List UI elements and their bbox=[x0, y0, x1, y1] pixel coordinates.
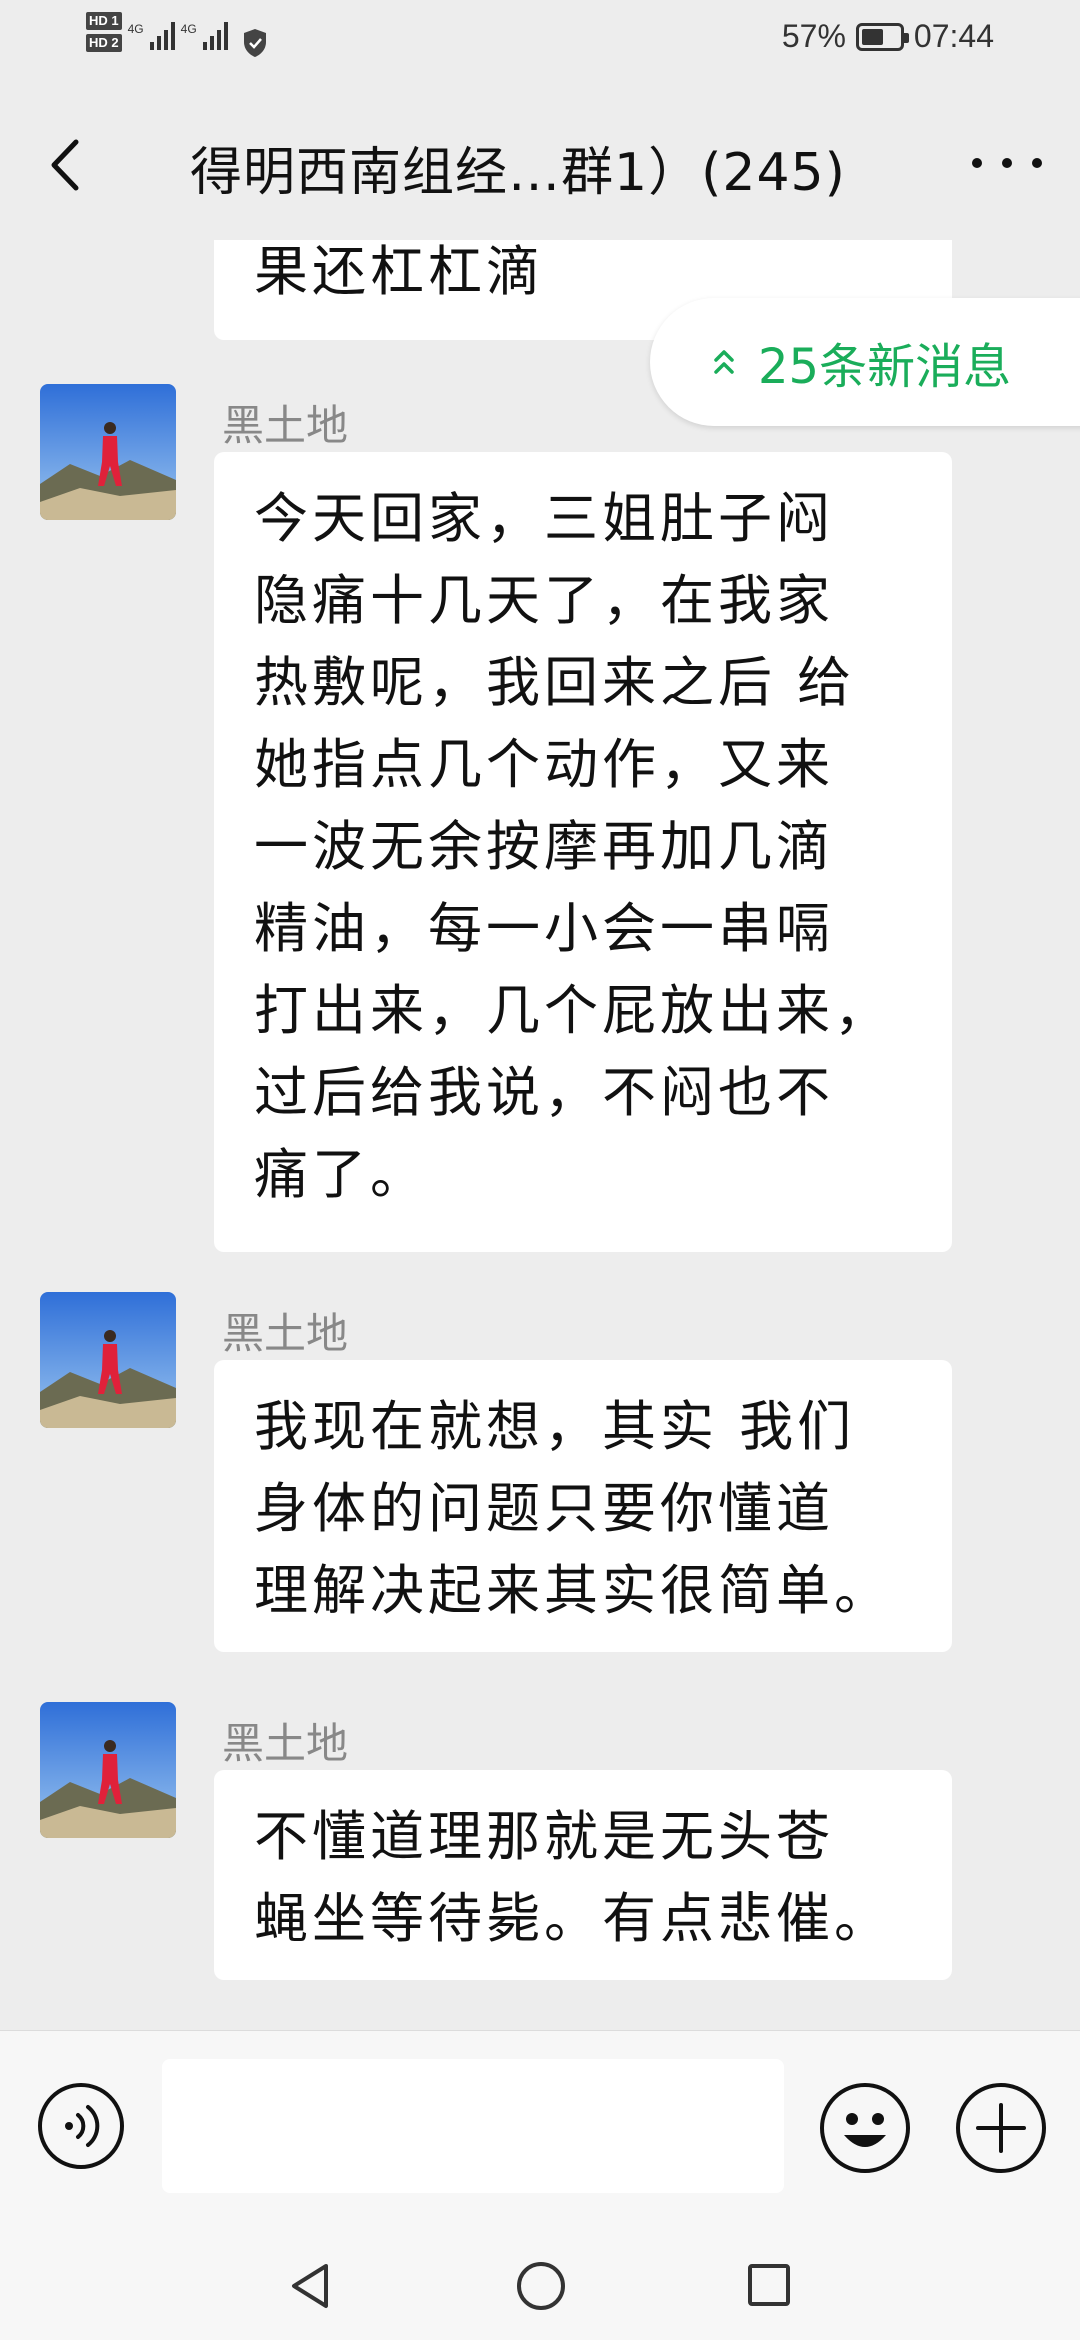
message-line: 理解决起来其实很简单。 bbox=[254, 1559, 892, 1622]
battery-percent: 57% bbox=[781, 18, 846, 54]
message-line: 不懂道理那就是无头苍 bbox=[254, 1805, 834, 1868]
sender-name: 黑土地 bbox=[222, 1719, 349, 1768]
message-line: 痛了。 bbox=[254, 1143, 428, 1206]
message-list[interactable]: 果还杠杠滴 黑土地 今天回家，三姐肚子闷 隐痛十几天了，在我家 热敷呢，我回来之… bbox=[0, 230, 1080, 2030]
emoji-icon[interactable] bbox=[818, 2081, 912, 2175]
message-line: 今天回家，三姐肚子闷 bbox=[254, 487, 834, 550]
message-input[interactable] bbox=[162, 2059, 784, 2193]
nav-recent-icon[interactable] bbox=[746, 2262, 792, 2308]
status-bar-left: HD 1 HD 2 4G 4G bbox=[86, 12, 268, 58]
clock: 07:44 bbox=[913, 18, 994, 54]
message-line: 过后给我说，不闷也不 bbox=[254, 1061, 834, 1124]
message-line: 果还杠杠滴 bbox=[254, 240, 544, 303]
signal-2-icon bbox=[202, 20, 228, 50]
nav-home-icon[interactable] bbox=[515, 2260, 567, 2312]
back-arrow-icon[interactable] bbox=[36, 130, 96, 200]
input-bar bbox=[0, 2030, 1080, 2231]
network-label-1: 4G bbox=[127, 22, 144, 36]
battery-icon bbox=[855, 22, 909, 51]
battery-fill bbox=[861, 28, 883, 45]
double-chevron-up-icon bbox=[714, 350, 734, 374]
status-bar-right: 57% 07:44 bbox=[782, 18, 994, 55]
sender-name: 黑土地 bbox=[222, 401, 349, 450]
chat-title: 得明西南组经…群1）(245) bbox=[190, 143, 846, 203]
hd-indicators: HD 1 HD 2 bbox=[86, 12, 122, 52]
signal-1-icon bbox=[149, 20, 175, 50]
plus-icon[interactable] bbox=[954, 2081, 1048, 2175]
sender-name: 黑土地 bbox=[222, 1309, 349, 1358]
message-line: 精油，每一小会一串嗝 bbox=[254, 897, 834, 960]
avatar-photo bbox=[40, 1702, 176, 1838]
chat-header: 得明西南组经…群1）(245) bbox=[0, 100, 1080, 230]
new-messages-label: 25条新消息 bbox=[758, 339, 1012, 395]
message-line: 我现在就想，其实 我们 bbox=[254, 1395, 856, 1458]
network-label-2: 4G bbox=[180, 22, 197, 36]
status-bar: HD 1 HD 2 4G 4G 57% 07:44 bbox=[0, 0, 1080, 80]
hd1-badge: HD 1 bbox=[86, 12, 122, 30]
message-bubble[interactable]: 不懂道理那就是无头苍 蝇坐等待毙。有点悲催。 bbox=[214, 1770, 952, 1980]
message-bubble[interactable]: 我现在就想，其实 我们 身体的问题只要你懂道 理解决起来其实很简单。 bbox=[214, 1360, 952, 1652]
message-line: 一波无余按摩再加几滴 bbox=[254, 815, 834, 878]
avatar-photo bbox=[40, 1292, 176, 1428]
avatar[interactable] bbox=[40, 384, 176, 520]
message-line: 蝇坐等待毙。有点悲催。 bbox=[254, 1887, 892, 1950]
message-line: 热敷呢，我回来之后 给 bbox=[254, 651, 856, 714]
nav-back-icon[interactable] bbox=[286, 2260, 334, 2312]
message-line: 隐痛十几天了，在我家 bbox=[254, 569, 834, 632]
message-line: 身体的问题只要你懂道 bbox=[254, 1477, 834, 1540]
shield-check-icon bbox=[243, 29, 266, 57]
more-dots-icon[interactable] bbox=[972, 148, 1042, 178]
new-messages-pill[interactable]: 25条新消息 bbox=[650, 298, 1080, 426]
avatar-photo bbox=[40, 384, 176, 520]
message-bubble[interactable]: 今天回家，三姐肚子闷 隐痛十几天了，在我家 热敷呢，我回来之后 给 她指点几个动… bbox=[214, 452, 952, 1252]
message-line: 她指点几个动作，又来 bbox=[254, 733, 834, 796]
message-line: 打出来，几个屁放出来， bbox=[254, 979, 892, 1042]
avatar[interactable] bbox=[40, 1292, 176, 1428]
hd2-badge: HD 2 bbox=[86, 34, 122, 52]
avatar[interactable] bbox=[40, 1702, 176, 1838]
voice-icon[interactable] bbox=[36, 2081, 126, 2171]
system-nav-bar bbox=[0, 2230, 1080, 2340]
